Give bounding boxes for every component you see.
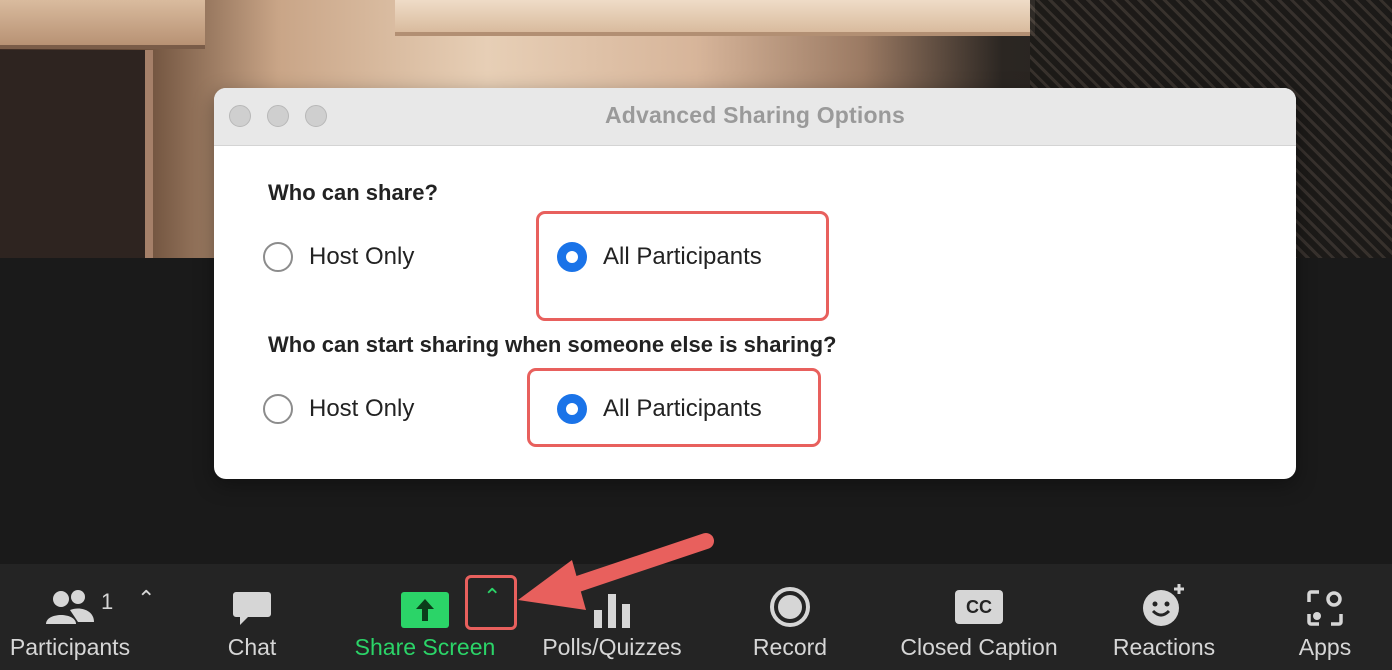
apps-icon <box>1307 590 1343 626</box>
participants-options-chevron-icon[interactable]: ⌃ <box>137 586 155 612</box>
reactions-icon <box>1143 584 1184 626</box>
background-desk-left <box>0 0 205 49</box>
record-button[interactable]: Record <box>744 564 836 670</box>
reactions-label: Reactions <box>1112 634 1216 660</box>
participants-icon <box>46 590 94 624</box>
who-can-share-heading: Who can share? <box>268 180 438 205</box>
advanced-sharing-dialog: Advanced Sharing Options Who can share? … <box>214 88 1296 479</box>
radio-unchecked-icon <box>263 242 293 272</box>
background-desk <box>395 0 1035 36</box>
dialog-titlebar: Advanced Sharing Options <box>214 88 1296 146</box>
chat-label: Chat <box>227 634 277 660</box>
record-label: Record <box>752 634 828 660</box>
participants-button[interactable]: Participants <box>0 564 140 670</box>
closed-caption-button[interactable]: CC Closed Caption <box>890 564 1068 670</box>
background-cabinet <box>0 50 153 258</box>
polls-icon <box>594 594 630 628</box>
share-screen-label: Share Screen <box>354 634 496 660</box>
annotation-highlight-box <box>465 575 517 630</box>
chat-button[interactable]: Chat <box>212 564 292 670</box>
apps-label: Apps <box>1298 634 1352 660</box>
polls-quizzes-label: Polls/Quizzes <box>542 634 682 660</box>
annotation-highlight-box <box>536 211 829 321</box>
participants-label: Participants <box>9 634 131 660</box>
radio-label: Host Only <box>309 243 415 270</box>
radio-label: Host Only <box>309 395 415 422</box>
annotation-highlight-box <box>527 368 821 447</box>
polls-quizzes-button[interactable]: Polls/Quizzes <box>535 564 689 670</box>
share-host-only-radio[interactable]: Host Only <box>263 242 414 272</box>
apps-button[interactable]: Apps <box>1285 564 1365 670</box>
meeting-toolbar: Participants 1 ⌃ Chat Share Screen ⌃ Pol… <box>0 564 1392 670</box>
closed-caption-label: Closed Caption <box>900 634 1058 660</box>
dialog-title: Advanced Sharing Options <box>604 102 905 128</box>
reactions-button[interactable]: Reactions <box>1106 564 1222 670</box>
start-sharing-host-only-radio[interactable]: Host Only <box>263 394 414 424</box>
participants-count: 1 <box>101 589 114 614</box>
chat-icon <box>233 592 271 625</box>
record-icon <box>770 587 810 627</box>
share-screen-icon <box>401 592 449 628</box>
radio-unchecked-icon <box>263 394 293 424</box>
closed-caption-icon: CC <box>955 590 1003 624</box>
who-can-start-sharing-heading: Who can start sharing when someone else … <box>268 332 837 357</box>
